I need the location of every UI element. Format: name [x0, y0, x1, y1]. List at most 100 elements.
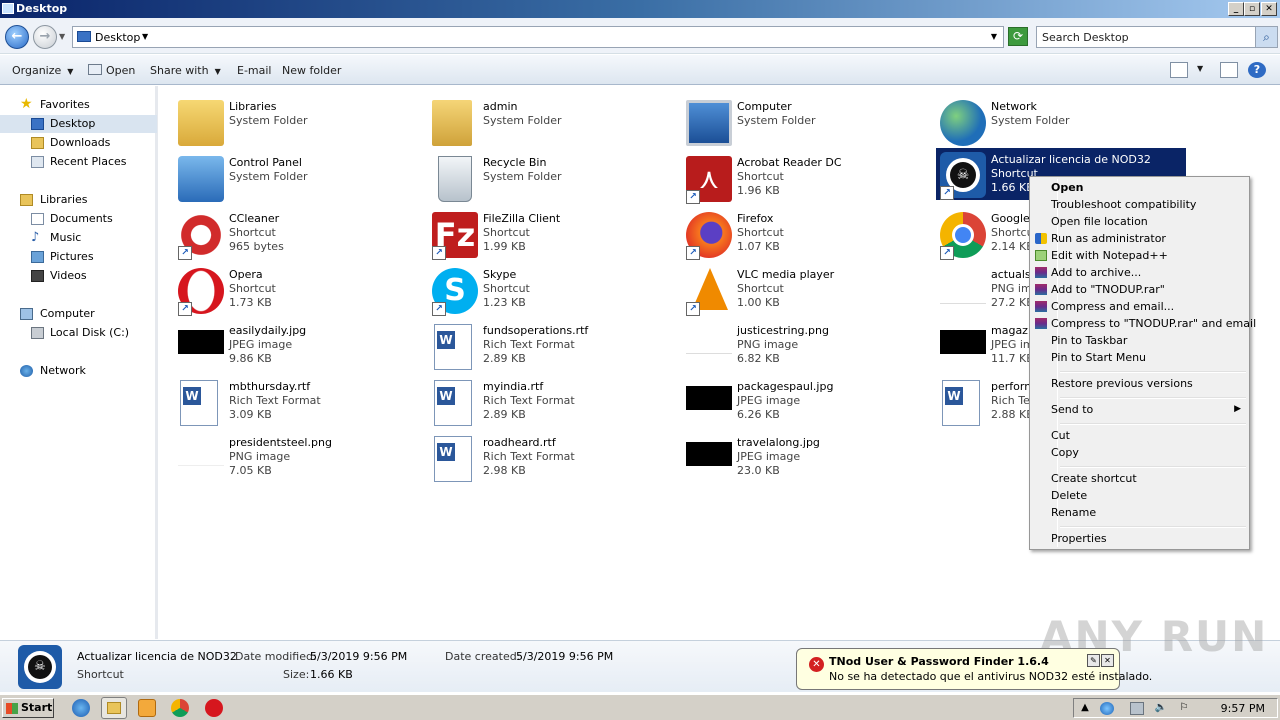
file-item[interactable]: Recycle Bin System Folder — [414, 152, 664, 204]
menu-item-cut[interactable]: Cut — [1032, 427, 1247, 444]
search-icon[interactable]: ⌕ — [1255, 27, 1277, 47]
help-icon[interactable]: ? — [1248, 62, 1266, 78]
file-item[interactable]: W mbthursday.rtf Rich Text Format 3.09 K… — [160, 376, 410, 428]
menu-item-open-file-location[interactable]: Open file location — [1032, 213, 1247, 230]
menu-item-create-shortcut[interactable]: Create shortcut — [1032, 470, 1247, 487]
sidebar-item-downloads[interactable]: Downloads — [0, 134, 157, 152]
chrome-taskbar-icon[interactable] — [171, 699, 189, 717]
forward-button[interactable]: → — [33, 25, 57, 49]
file-item[interactable]: justicestring.png PNG image 6.82 KB — [668, 320, 918, 372]
file-item[interactable]: ↗ Firefox Shortcut 1.07 KB — [668, 208, 918, 260]
sidebar-item-favorites[interactable]: ★ Favorites — [0, 96, 157, 114]
sidebar-item-music[interactable]: ♪ Music — [0, 229, 157, 247]
volume-icon[interactable]: 🔈 — [1154, 702, 1168, 715]
menu-item-pin-taskbar[interactable]: Pin to Taskbar — [1032, 332, 1247, 349]
sidebar-item-pictures[interactable]: Pictures — [0, 248, 157, 266]
share-with-button[interactable]: Share with ▼ — [150, 64, 221, 77]
file-type: Rich Text Format — [483, 338, 575, 351]
internet-explorer-icon[interactable] — [72, 699, 90, 717]
sidebar-item-computer[interactable]: Computer — [0, 305, 157, 323]
notification-balloon[interactable]: ✕ TNod User & Password Finder 1.6.4 No s… — [796, 648, 1152, 690]
opera-taskbar-icon[interactable] — [205, 699, 223, 717]
organize-button[interactable]: Organize ▼ — [12, 64, 73, 77]
email-button[interactable]: E-mail — [237, 64, 272, 77]
menu-item-delete[interactable]: Delete — [1032, 487, 1247, 504]
clock[interactable]: 9:57 PM — [1221, 702, 1265, 715]
computer-icon — [686, 100, 732, 146]
address-path[interactable]: Desktop — [95, 31, 140, 44]
file-item[interactable]: Computer System Folder — [668, 96, 918, 148]
address-dropdown-icon[interactable]: ▼ — [991, 32, 997, 41]
sidebar-item-desktop[interactable]: Desktop — [0, 115, 157, 133]
action-center-flag-icon[interactable]: ⚐ — [1177, 702, 1191, 715]
minimize-button[interactable]: _ — [1228, 2, 1244, 16]
start-button[interactable]: Start — [2, 698, 54, 718]
sidebar-item-local-disk[interactable]: Local Disk (C:) — [0, 324, 157, 342]
menu-item-send-to[interactable]: Send to ▶ — [1032, 401, 1247, 418]
file-item[interactable]: W myindia.rtf Rich Text Format 2.89 KB — [414, 376, 664, 428]
menu-item-properties[interactable]: Properties — [1032, 530, 1247, 547]
sidebar-item-documents[interactable]: Documents — [0, 210, 157, 228]
file-item[interactable]: ↗ CCleaner Shortcut 965 bytes — [160, 208, 410, 260]
file-item[interactable]: ↗ VLC media player Shortcut 1.00 KB — [668, 264, 918, 316]
file-name: VLC media player — [737, 268, 835, 281]
file-item[interactable]: Fz ↗ FileZilla Client Shortcut 1.99 KB — [414, 208, 664, 260]
menu-item-edit-notepad[interactable]: Edit with Notepad++ — [1032, 247, 1247, 264]
menu-item-copy[interactable]: Copy — [1032, 444, 1247, 461]
file-item[interactable]: S ↗ Skype Shortcut 1.23 KB — [414, 264, 664, 316]
back-button[interactable]: ← — [5, 25, 29, 49]
search-input[interactable]: Search Desktop ⌕ — [1036, 26, 1278, 48]
balloon-close-button[interactable]: ✕ — [1101, 654, 1114, 667]
sidebar-item-libraries[interactable]: Libraries — [0, 191, 157, 209]
file-size: 1.73 KB — [229, 296, 272, 309]
balloon-options-icon[interactable]: ✎ — [1087, 654, 1100, 667]
open-button[interactable]: Open — [88, 64, 135, 77]
file-item[interactable]: easilydaily.jpg JPEG image 9.86 KB — [160, 320, 410, 372]
file-item[interactable]: packagespaul.jpg JPEG image 6.26 KB — [668, 376, 918, 428]
file-name: presidentsteel.png — [229, 436, 332, 449]
file-item[interactable]: ⋏ ↗ Acrobat Reader DC Shortcut 1.96 KB — [668, 152, 918, 204]
menu-item-compress-rar-email[interactable]: Compress to "TNODUP.rar" and email — [1032, 315, 1256, 332]
maximize-button[interactable]: ▫ — [1244, 2, 1260, 16]
menu-item-open[interactable]: Open — [1032, 179, 1247, 196]
change-view-icon[interactable] — [1170, 62, 1188, 78]
file-item[interactable]: travelalong.jpg JPEG image 23.0 KB — [668, 432, 918, 484]
file-item[interactable]: presidentsteel.png PNG image 7.05 KB — [160, 432, 410, 484]
explorer-taskbar-button[interactable] — [101, 697, 127, 719]
recent-pages-dropdown[interactable]: ▼ — [59, 32, 65, 41]
music-note-icon: ♪ — [31, 230, 40, 245]
sidebar-item-recent-places[interactable]: Recent Places — [0, 153, 157, 171]
sidebar-item-network[interactable]: Network — [0, 362, 157, 380]
file-item[interactable]: Network System Folder — [922, 96, 1172, 148]
menu-item-troubleshoot[interactable]: Troubleshoot compatibility — [1032, 196, 1247, 213]
menu-item-rename[interactable]: Rename — [1032, 504, 1247, 521]
file-item[interactable]: ↗ Opera Shortcut 1.73 KB — [160, 264, 410, 316]
file-item[interactable]: Libraries System Folder — [160, 96, 410, 148]
file-name: justicestring.png — [737, 324, 829, 337]
menu-item-run-as-admin[interactable]: Run as administrator — [1032, 230, 1247, 247]
show-hidden-icons-icon[interactable]: ▲ — [1078, 702, 1092, 715]
new-folder-button[interactable]: New folder — [282, 64, 341, 77]
preview-pane-icon[interactable] — [1220, 62, 1238, 78]
address-bar[interactable]: Desktop ▼ ▼ — [72, 26, 1004, 48]
close-button[interactable]: ✕ — [1261, 2, 1277, 16]
network-tray-icon[interactable] — [1130, 702, 1144, 715]
breadcrumb-chevron-icon[interactable]: ▼ — [142, 32, 148, 41]
menu-item-add-to-archive[interactable]: Add to archive... — [1032, 264, 1247, 281]
address-row: ← → ▼ Desktop ▼ ▼ ⟳ Search Desktop ⌕ — [0, 18, 1280, 54]
tnod-tray-icon[interactable] — [1100, 702, 1114, 715]
media-player-icon[interactable] — [138, 699, 156, 717]
sidebar-item-videos[interactable]: Videos — [0, 267, 157, 285]
menu-item-compress-email[interactable]: Compress and email... — [1032, 298, 1247, 315]
search-placeholder[interactable]: Search Desktop — [1042, 31, 1129, 44]
view-options-dropdown[interactable]: ▼ — [1197, 64, 1203, 73]
menu-item-pin-start[interactable]: Pin to Start Menu — [1032, 349, 1247, 366]
menu-item-restore-versions[interactable]: Restore previous versions — [1032, 375, 1247, 392]
file-name: packagespaul.jpg — [737, 380, 834, 393]
file-item[interactable]: W fundsoperations.rtf Rich Text Format 2… — [414, 320, 664, 372]
file-item[interactable]: W roadheard.rtf Rich Text Format 2.98 KB — [414, 432, 664, 484]
file-item[interactable]: admin System Folder — [414, 96, 664, 148]
file-item[interactable]: Control Panel System Folder — [160, 152, 410, 204]
menu-item-add-to-rar[interactable]: Add to "TNODUP.rar" — [1032, 281, 1247, 298]
refresh-button[interactable]: ⟳ — [1008, 27, 1028, 46]
